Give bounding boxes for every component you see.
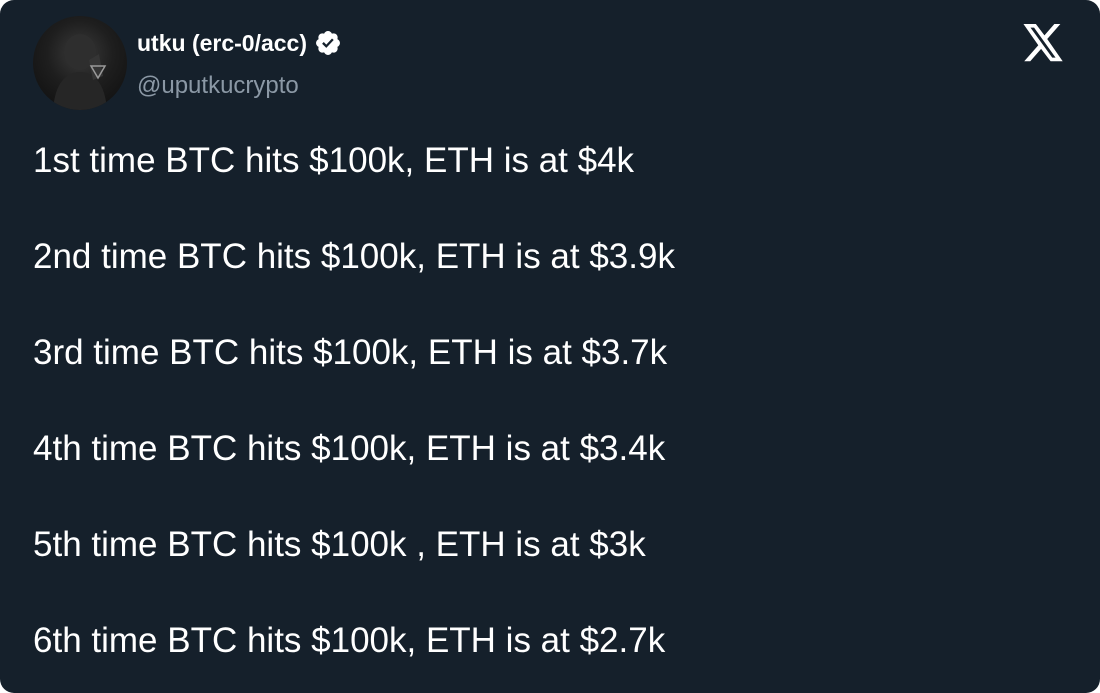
- avatar-image: [53, 34, 107, 110]
- author-handle[interactable]: @uputkucrypto: [137, 72, 299, 100]
- tweet-text: 1st time BTC hits $100k, ETH is at $4k 2…: [33, 141, 1073, 693]
- author-display-name[interactable]: utku (erc-0/acc): [137, 30, 307, 57]
- tweet-line: 5th time BTC hits $100k , ETH is at $3k: [33, 525, 646, 564]
- tweet-line: 2nd time BTC hits $100k, ETH is at $3.9k: [33, 237, 675, 276]
- tweet-line: 3rd time BTC hits $100k, ETH is at $3.7k: [33, 333, 668, 372]
- tweet-line: 6th time BTC hits $100k, ETH is at $2.7k: [33, 621, 666, 660]
- author-name-row: utku (erc-0/acc): [137, 28, 342, 58]
- tweet-line: 1st time BTC hits $100k, ETH is at $4k: [33, 141, 635, 180]
- tweet-line: 4th time BTC hits $100k, ETH is at $3.4k: [33, 429, 666, 468]
- verified-badge-icon: [314, 29, 342, 57]
- avatar[interactable]: [33, 16, 127, 110]
- tweet-card: utku (erc-0/acc) @uputkucrypto 1st time …: [0, 0, 1100, 693]
- x-logo-icon[interactable]: [1021, 24, 1065, 64]
